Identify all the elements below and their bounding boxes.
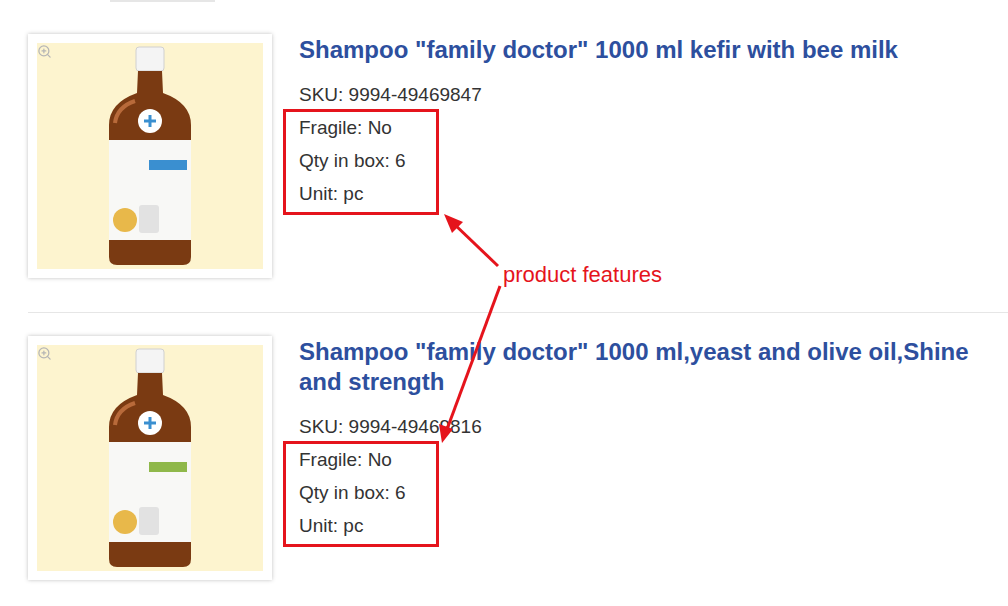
annotation-arrows-icon — [0, 0, 1008, 606]
annotation-label: product features — [503, 261, 662, 289]
shampoo-bottle-icon — [105, 45, 195, 267]
product-sku: SKU: 9994-49469816 — [299, 410, 989, 443]
product-info: Shampoo "family doctor" 1000 ml kefir wi… — [299, 34, 989, 278]
product-title[interactable]: Shampoo "family doctor" 1000 ml kefir wi… — [299, 35, 989, 65]
feature-item: Qty in box: 6 — [299, 144, 406, 177]
product-features: Fragile: NoQty in box: 6Unit: pc — [299, 111, 406, 210]
annotation-box — [283, 441, 439, 547]
product-title[interactable]: Shampoo "family doctor" 1000 ml,yeast an… — [299, 337, 989, 397]
feature-item: Unit: pc — [299, 177, 406, 210]
feature-item: Fragile: No — [299, 443, 406, 476]
product-list-page: Shampoo "family doctor" 1000 ml kefir wi… — [0, 0, 1008, 606]
product-row: Shampoo "family doctor" 1000 ml,yeast an… — [28, 313, 1008, 580]
feature-item: Unit: pc — [299, 509, 406, 542]
product-sku: SKU: 9994-49469847 — [299, 78, 989, 111]
product-image[interactable] — [28, 34, 272, 278]
product-image[interactable] — [28, 336, 272, 580]
zoom-icon[interactable] — [37, 44, 52, 59]
zoom-icon[interactable] — [37, 346, 52, 361]
feature-item: Qty in box: 6 — [299, 476, 406, 509]
feature-item: Fragile: No — [299, 111, 406, 144]
top-divider — [110, 0, 215, 2]
product-list: Shampoo "family doctor" 1000 ml kefir wi… — [0, 2, 1008, 580]
product-features: Fragile: NoQty in box: 6Unit: pc — [299, 443, 406, 542]
product-info: Shampoo "family doctor" 1000 ml,yeast an… — [299, 336, 989, 580]
product-photo — [37, 43, 263, 269]
product-photo — [37, 345, 263, 571]
annotation-box — [283, 109, 439, 215]
shampoo-bottle-icon — [105, 347, 195, 569]
